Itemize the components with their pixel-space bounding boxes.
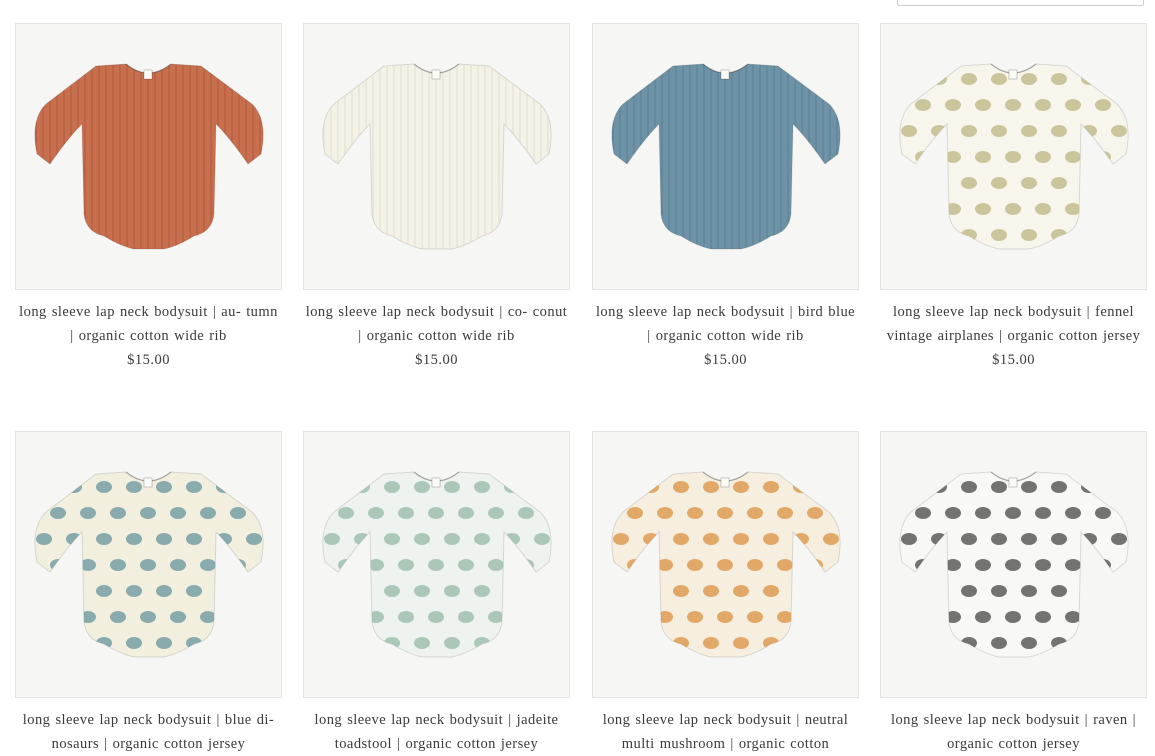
- product-title[interactable]: long sleeve lap neck bodysuit | bird blu…: [592, 300, 859, 348]
- product-title[interactable]: long sleeve lap neck bodysuit | raven | …: [880, 708, 1147, 756]
- product-price: $15.00: [704, 352, 747, 368]
- product-image[interactable]: [592, 23, 859, 290]
- product-title[interactable]: long sleeve lap neck bodysuit | jadeite …: [303, 708, 570, 756]
- label-tag: [143, 69, 153, 80]
- product-image[interactable]: [303, 431, 570, 698]
- label-tag: [143, 477, 153, 488]
- product-image[interactable]: [880, 431, 1147, 698]
- bodysuit-illustration: [322, 63, 552, 250]
- product-price: $15.00: [127, 352, 170, 368]
- bodysuit-illustration: [899, 471, 1129, 658]
- product-card[interactable]: long sleeve lap neck bodysuit | raven | …: [880, 431, 1147, 756]
- product-title[interactable]: long sleeve lap neck bodysuit | au- tumn…: [15, 300, 282, 348]
- product-image[interactable]: [15, 23, 282, 290]
- product-card[interactable]: long sleeve lap neck bodysuit | co- conu…: [303, 23, 570, 372]
- bodysuit-illustration: [34, 471, 264, 658]
- label-tag: [431, 477, 441, 488]
- product-card[interactable]: long sleeve lap neck bodysuit | neutral …: [592, 431, 859, 756]
- label-tag: [1008, 477, 1018, 488]
- product-title[interactable]: long sleeve lap neck bodysuit | blue di-…: [15, 708, 282, 756]
- product-card[interactable]: long sleeve lap neck bodysuit | jadeite …: [303, 431, 570, 756]
- bodysuit-illustration: [322, 471, 552, 658]
- product-image[interactable]: [880, 23, 1147, 290]
- product-card[interactable]: long sleeve lap neck bodysuit | bird blu…: [592, 23, 859, 372]
- label-tag: [1008, 69, 1018, 80]
- bodysuit-shape: [34, 63, 264, 250]
- product-title[interactable]: long sleeve lap neck bodysuit | fennel v…: [880, 300, 1147, 348]
- bodysuit-shape: [322, 63, 552, 250]
- product-image[interactable]: [592, 431, 859, 698]
- product-price: $15.00: [992, 352, 1035, 368]
- product-price: $15.00: [415, 352, 458, 368]
- label-tag: [720, 477, 730, 488]
- label-tag: [720, 69, 730, 80]
- bodysuit-illustration: [34, 63, 264, 250]
- bodysuit-illustration: [611, 471, 841, 658]
- product-card[interactable]: long sleeve lap neck bodysuit | blue di-…: [15, 431, 282, 756]
- product-title[interactable]: long sleeve lap neck bodysuit | co- conu…: [303, 300, 570, 348]
- product-card[interactable]: long sleeve lap neck bodysuit | fennel v…: [880, 23, 1147, 372]
- product-image[interactable]: [303, 23, 570, 290]
- product-card[interactable]: long sleeve lap neck bodysuit | au- tumn…: [15, 23, 282, 372]
- product-image[interactable]: [15, 431, 282, 698]
- bodysuit-shape: [611, 63, 841, 250]
- sort-select[interactable]: [897, 0, 1144, 6]
- label-tag: [431, 69, 441, 80]
- product-title[interactable]: long sleeve lap neck bodysuit | neutral …: [592, 708, 859, 756]
- bodysuit-illustration: [611, 63, 841, 250]
- bodysuit-illustration: [899, 63, 1129, 250]
